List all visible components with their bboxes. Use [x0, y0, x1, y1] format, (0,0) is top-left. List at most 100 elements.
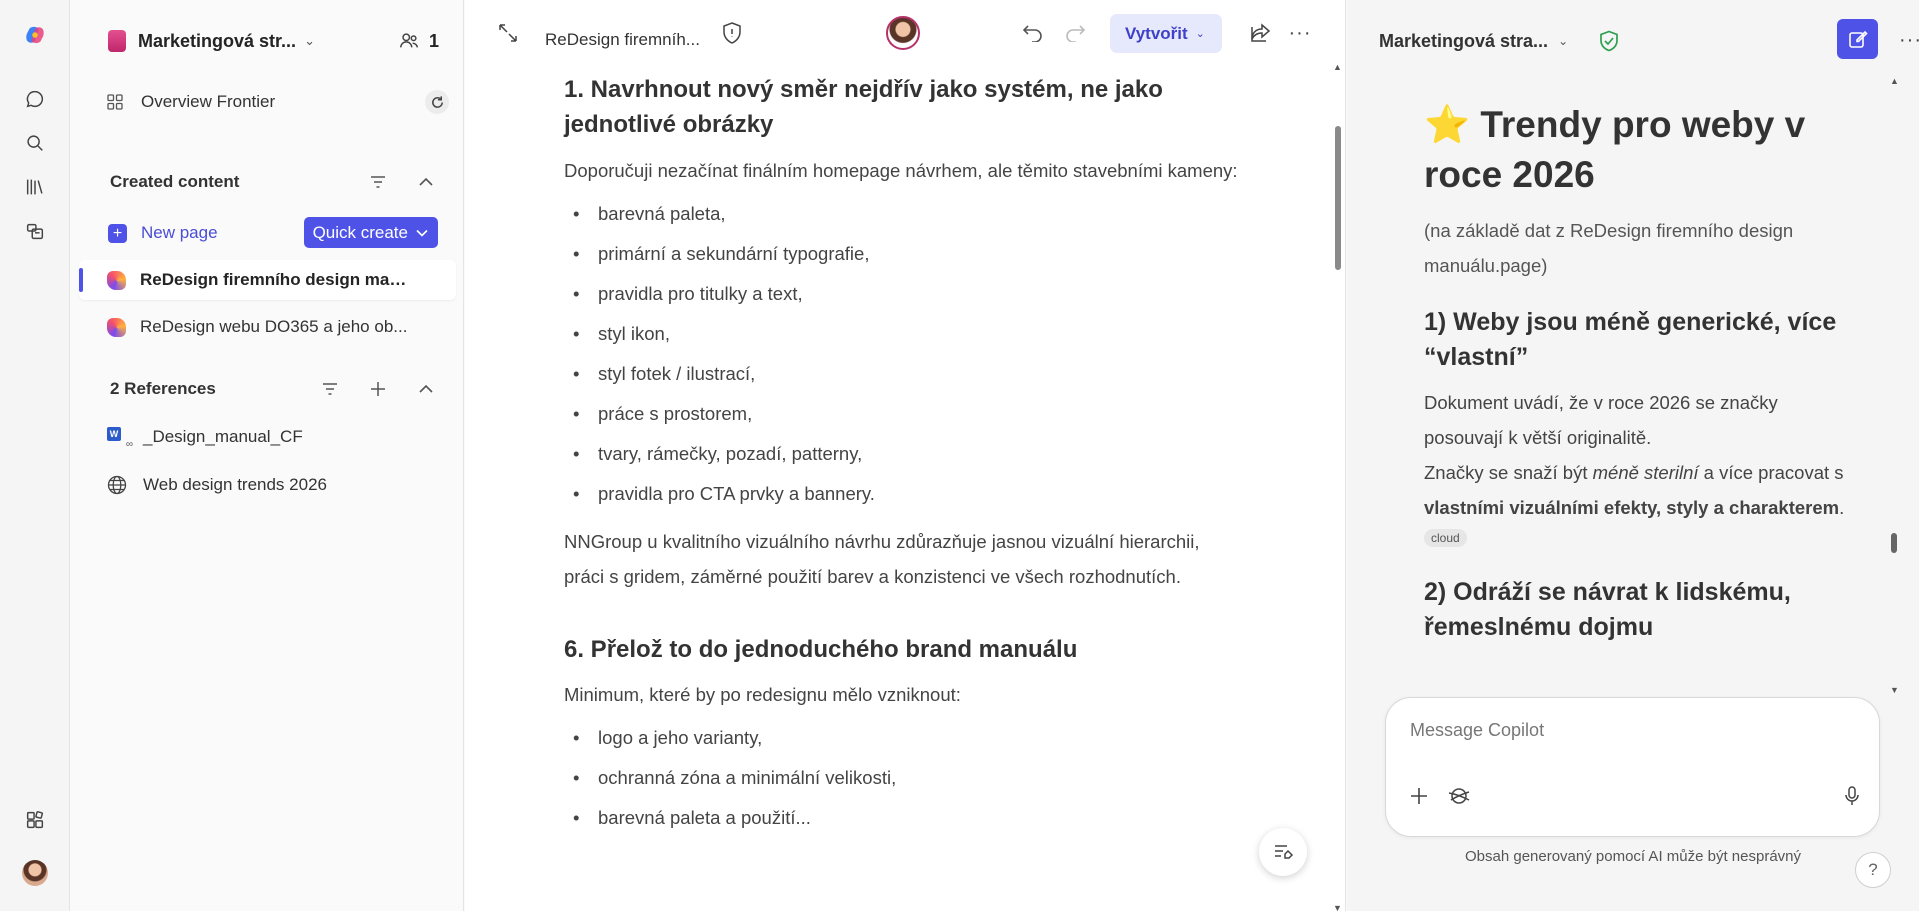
notebook-icon: [108, 30, 126, 52]
scroll-up-icon[interactable]: ▲: [1333, 62, 1342, 72]
trend-text: .: [1839, 497, 1845, 518]
copilot-pane: Marketingová stra... ⌄ ··· ⭐ Trendy pro …: [1347, 0, 1919, 911]
document-content: 1. Navrhnout nový směr nejdřív jako syst…: [564, 72, 1244, 838]
user-avatar-icon[interactable]: [20, 858, 50, 888]
page-item-label: ReDesign webu DO365 a jeho ob...: [140, 317, 408, 336]
list-item: barevná paleta a použití...: [564, 798, 1244, 838]
copilot-scrollbar[interactable]: ▲ ▼: [1889, 70, 1901, 695]
microphone-icon[interactable]: [1839, 783, 1865, 809]
filter-icon[interactable]: [319, 378, 341, 400]
page-item-redesign-web[interactable]: ReDesign webu DO365 a jeho ob...: [79, 307, 456, 347]
copilot-response: ⭐ Trendy pro weby v roce 2026 (na základ…: [1424, 100, 1854, 691]
paragraph: NNGroup u kvalitního vizuálního návrhu z…: [564, 531, 1200, 587]
copilot-notebook-title[interactable]: Marketingová stra...: [1379, 31, 1548, 52]
trend-text: Značky se snaží být: [1424, 462, 1593, 483]
chevron-down-icon[interactable]: ⌄: [1558, 34, 1568, 48]
reference-label: Web design trends 2026: [143, 475, 327, 494]
quick-create-button[interactable]: Quick create: [303, 217, 438, 248]
members-button[interactable]: 1: [397, 30, 439, 52]
references-heading: 2 References: [110, 379, 216, 398]
citation-badge[interactable]: cloud: [1424, 529, 1467, 547]
library-icon[interactable]: [20, 172, 50, 202]
undo-icon[interactable]: [1020, 20, 1046, 46]
more-options-icon[interactable]: ···: [1287, 20, 1313, 46]
chevron-down-icon: ⌄: [1195, 28, 1205, 40]
copilot-logo-icon[interactable]: [20, 20, 50, 50]
list-item: barevná paleta,: [564, 194, 1244, 234]
compose-icon: [1848, 30, 1868, 48]
trend-heading: 1) Weby jsou méně generické, více “vlast…: [1424, 308, 1837, 371]
quick-create-label: Quick create: [312, 222, 408, 242]
apps-icon[interactable]: [20, 805, 50, 835]
sensitivity-shield-icon[interactable]: [719, 20, 745, 46]
scroll-up-icon[interactable]: ▲: [1890, 76, 1899, 86]
chat-icon[interactable]: [20, 84, 50, 114]
section-heading: 6. Přelož to do jednoduchého brand manuá…: [564, 636, 1078, 663]
collapse-chevron-icon[interactable]: [415, 378, 437, 400]
paragraph: Doporučuji nezačínat finálním homepage n…: [564, 160, 1238, 181]
page-item-label: ReDesign firemního design man...: [140, 270, 410, 289]
reference-label: _Design_manual_CF: [143, 427, 303, 446]
create-button[interactable]: Vytvořit ⌄: [1110, 14, 1222, 53]
scrollbar-thumb[interactable]: [1891, 533, 1897, 553]
shield-check-icon[interactable]: [1598, 30, 1620, 52]
word-link-icon: W ∞: [107, 426, 133, 450]
share-icon[interactable]: [1247, 20, 1273, 46]
collapse-chevron-icon[interactable]: [415, 171, 437, 193]
search-icon[interactable]: [20, 128, 50, 158]
list-item: styl fotek / ilustrací,: [564, 354, 1244, 394]
expand-icon[interactable]: [495, 20, 521, 46]
overview-label: Overview Frontier: [141, 92, 276, 111]
app-rail: [0, 0, 70, 911]
people-icon: [400, 33, 418, 48]
notebook-title[interactable]: Marketingová str...: [138, 31, 296, 52]
loop-page-icon: [107, 317, 126, 337]
document-title[interactable]: ReDesign firemníh...: [545, 30, 700, 50]
filter-icon[interactable]: [367, 171, 389, 193]
refresh-icon[interactable]: [425, 90, 449, 114]
references-header: 2 References: [110, 374, 449, 404]
new-page-link[interactable]: New page: [141, 223, 218, 243]
list-item: pravidla pro titulky a text,: [564, 274, 1244, 314]
notebook-header: Marketingová str... ⌄ 1: [108, 26, 451, 56]
plus-icon[interactable]: +: [108, 223, 127, 243]
more-options-icon[interactable]: ···: [1899, 29, 1919, 52]
scroll-down-icon[interactable]: ▼: [1890, 685, 1899, 695]
scrollbar-thumb[interactable]: [1335, 126, 1341, 270]
notebooks-icon[interactable]: [20, 216, 50, 246]
new-page-row: + New page Quick create: [108, 217, 449, 249]
trend-strong: vlastními vizuálními efekty, styly a cha…: [1424, 497, 1840, 518]
notebook-nav-pane: Marketingová str... ⌄ 1 Overview Frontie…: [71, 0, 464, 911]
page-item-redesign-manual[interactable]: ReDesign firemního design man...: [79, 260, 456, 300]
scroll-down-icon[interactable]: ▼: [1333, 903, 1342, 911]
trend-emphasis: méně sterilní: [1592, 462, 1699, 483]
help-button[interactable]: ?: [1855, 852, 1891, 888]
grid-icon: [107, 94, 123, 110]
list-item: logo a jeho varianty,: [564, 718, 1244, 758]
paragraph: Minimum, které by po redesignu mělo vzni…: [564, 684, 961, 705]
list-item: ochranná zóna a minimální velikosti,: [564, 758, 1244, 798]
document-scrollbar[interactable]: ▲ ▼: [1331, 60, 1345, 911]
message-input[interactable]: [1410, 720, 1850, 741]
overview-link[interactable]: Overview Frontier: [107, 87, 449, 117]
collaborator-avatar[interactable]: [884, 14, 922, 52]
list-item: pravidla pro CTA prvky a bannery.: [564, 474, 1244, 514]
response-heading: ⭐ Trendy pro weby v roce 2026: [1424, 104, 1806, 195]
add-reference-icon[interactable]: [367, 378, 389, 400]
add-attachment-icon[interactable]: [1406, 783, 1432, 809]
bullet-list: logo a jeho varianty, ochranná zóna a mi…: [564, 718, 1244, 838]
reference-item-design-manual[interactable]: W ∞ _Design_manual_CF: [107, 421, 449, 453]
chevron-down-icon[interactable]: ⌄: [304, 33, 315, 49]
trend-heading: 2) Odráží se návrat k lidskému, řemeslné…: [1424, 578, 1791, 641]
bullet-list: barevná paleta, primární a sekundární ty…: [564, 194, 1244, 514]
copilot-header: Marketingová stra... ⌄ ···: [1379, 19, 1919, 59]
message-composer: [1385, 697, 1880, 837]
page-actions-icon[interactable]: [1259, 828, 1307, 876]
member-count: 1: [428, 30, 439, 51]
new-chat-button[interactable]: [1837, 19, 1878, 59]
reference-item-web-trends[interactable]: Web design trends 2026: [107, 469, 449, 501]
redo-icon[interactable]: [1062, 20, 1088, 46]
prompt-mode-icon[interactable]: [1446, 783, 1472, 809]
document-pane: ReDesign firemníh... Vytvořit ⌄ ··· 1. N…: [465, 0, 1346, 911]
trend-paragraph: Dokument uvádí, že v roce 2026 se značky…: [1424, 385, 1854, 525]
